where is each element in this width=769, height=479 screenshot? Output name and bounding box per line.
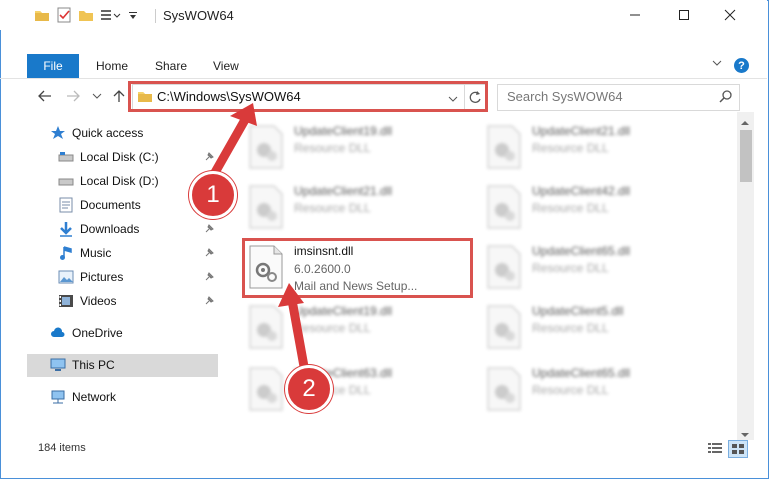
annotation-arrows [208, 103, 310, 377]
step-1-badge: 1 [189, 171, 237, 219]
step-2-badge: 2 [285, 365, 333, 413]
arrow-head-2 [278, 283, 304, 307]
